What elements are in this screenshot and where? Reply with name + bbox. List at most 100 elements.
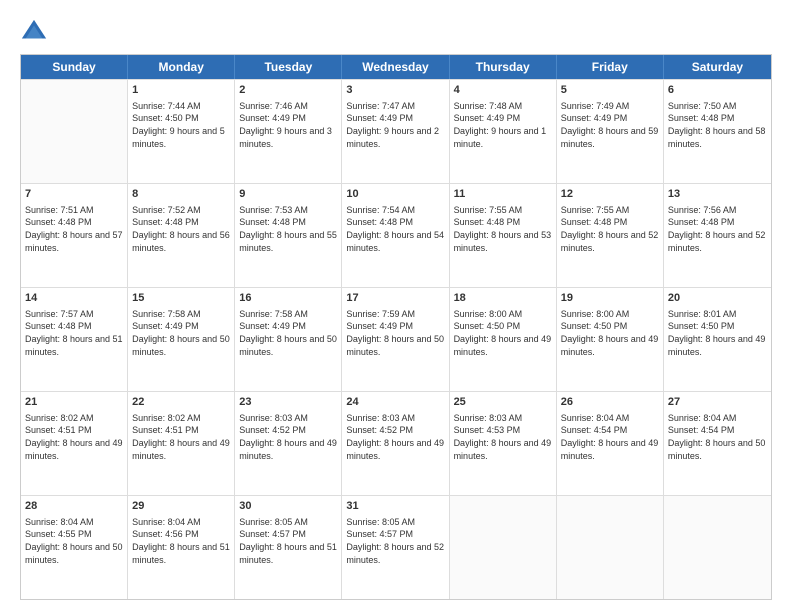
cell-details: Sunrise: 7:44 AMSunset: 4:50 PMDaylight:…: [132, 100, 230, 150]
cell-details: Sunrise: 8:05 AMSunset: 4:57 PMDaylight:…: [239, 516, 337, 566]
header: [20, 18, 772, 46]
cell-details: Sunrise: 8:03 AMSunset: 4:52 PMDaylight:…: [346, 412, 444, 462]
day-number: 9: [239, 187, 337, 202]
cell-details: Sunrise: 8:01 AMSunset: 4:50 PMDaylight:…: [668, 308, 767, 358]
cal-cell-2: 2 Sunrise: 7:46 AMSunset: 4:49 PMDaylight…: [235, 80, 342, 183]
day-header-thursday: Thursday: [450, 55, 557, 79]
cell-details: Sunrise: 8:03 AMSunset: 4:53 PMDaylight:…: [454, 412, 552, 462]
day-number: 22: [132, 395, 230, 410]
day-header-tuesday: Tuesday: [235, 55, 342, 79]
cal-cell-20: 20Sunrise: 8:01 AMSunset: 4:50 PMDayligh…: [664, 288, 771, 391]
day-number: 25: [454, 395, 552, 410]
cal-cell-27: 27 Sunrise: 8:04 AMSunset: 4:54 PMDayligh…: [664, 392, 771, 495]
cell-details: Sunrise: 8:04 AMSunset: 4:56 PMDaylight:…: [132, 516, 230, 566]
day-number: 4: [454, 83, 552, 98]
cell-details: Sunrise: 7:55 AMSunset: 4:48 PMDaylight:…: [561, 204, 659, 254]
day-number: 23: [239, 395, 337, 410]
cal-cell-1: 1 Sunrise: 7:44 AMSunset: 4:50 PMDaylight…: [128, 80, 235, 183]
cal-cell-12: 12Sunrise: 7:55 AMSunset: 4:48 PMDayligh…: [557, 184, 664, 287]
week-row-4: 21 Sunrise: 8:02 AMSunset: 4:51 PMDayligh…: [21, 391, 771, 495]
day-number: 19: [561, 291, 659, 306]
week-row-5: 28 Sunrise: 8:04 AMSunset: 4:55 PMDayligh…: [21, 495, 771, 599]
cal-cell-13: 13Sunrise: 7:56 AMSunset: 4:48 PMDayligh…: [664, 184, 771, 287]
day-number: 8: [132, 187, 230, 202]
cell-details: Sunrise: 7:46 AMSunset: 4:49 PMDaylight:…: [239, 100, 337, 150]
day-number: 21: [25, 395, 123, 410]
week-row-1: 1 Sunrise: 7:44 AMSunset: 4:50 PMDaylight…: [21, 79, 771, 183]
cell-details: Sunrise: 8:04 AMSunset: 4:54 PMDaylight:…: [561, 412, 659, 462]
cal-cell-31: 31 Sunrise: 8:05 AMSunset: 4:57 PMDayligh…: [342, 496, 449, 599]
cal-cell-25: 25 Sunrise: 8:03 AMSunset: 4:53 PMDayligh…: [450, 392, 557, 495]
cell-details: Sunrise: 7:56 AMSunset: 4:48 PMDaylight:…: [668, 204, 767, 254]
cal-cell-28: 28 Sunrise: 8:04 AMSunset: 4:55 PMDayligh…: [21, 496, 128, 599]
cell-details: Sunrise: 7:52 AMSunset: 4:48 PMDaylight:…: [132, 204, 230, 254]
cal-cell-empty-4-5: [557, 496, 664, 599]
cell-details: Sunrise: 8:03 AMSunset: 4:52 PMDaylight:…: [239, 412, 337, 462]
cell-details: Sunrise: 7:54 AMSunset: 4:48 PMDaylight:…: [346, 204, 444, 254]
cal-cell-empty-0-0: [21, 80, 128, 183]
cal-cell-empty-4-4: [450, 496, 557, 599]
cell-details: Sunrise: 7:55 AMSunset: 4:48 PMDaylight:…: [454, 204, 552, 254]
day-number: 10: [346, 187, 444, 202]
logo: [20, 18, 52, 46]
cal-cell-23: 23 Sunrise: 8:03 AMSunset: 4:52 PMDayligh…: [235, 392, 342, 495]
cell-details: Sunrise: 8:04 AMSunset: 4:54 PMDaylight:…: [668, 412, 767, 462]
day-number: 5: [561, 83, 659, 98]
cell-details: Sunrise: 7:48 AMSunset: 4:49 PMDaylight:…: [454, 100, 552, 150]
day-number: 2: [239, 83, 337, 98]
cal-cell-19: 19 Sunrise: 8:00 AMSunset: 4:50 PMDayligh…: [557, 288, 664, 391]
day-header-friday: Friday: [557, 55, 664, 79]
cell-details: Sunrise: 7:59 AMSunset: 4:49 PMDaylight:…: [346, 308, 444, 358]
cal-cell-7: 7Sunrise: 7:51 AMSunset: 4:48 PMDaylight…: [21, 184, 128, 287]
day-number: 31: [346, 499, 444, 514]
cal-cell-4: 4 Sunrise: 7:48 AMSunset: 4:49 PMDaylight…: [450, 80, 557, 183]
cell-details: Sunrise: 8:02 AMSunset: 4:51 PMDaylight:…: [25, 412, 123, 462]
cal-cell-10: 10 Sunrise: 7:54 AMSunset: 4:48 PMDayligh…: [342, 184, 449, 287]
day-header-saturday: Saturday: [664, 55, 771, 79]
day-number: 11: [454, 187, 552, 202]
logo-icon: [20, 18, 48, 46]
cell-details: Sunrise: 7:47 AMSunset: 4:49 PMDaylight:…: [346, 100, 444, 150]
day-number: 1: [132, 83, 230, 98]
cal-cell-21: 21 Sunrise: 8:02 AMSunset: 4:51 PMDayligh…: [21, 392, 128, 495]
cal-cell-22: 22 Sunrise: 8:02 AMSunset: 4:51 PMDayligh…: [128, 392, 235, 495]
day-number: 7: [25, 187, 123, 202]
cal-cell-16: 16 Sunrise: 7:58 AMSunset: 4:49 PMDayligh…: [235, 288, 342, 391]
calendar-body: 1 Sunrise: 7:44 AMSunset: 4:50 PMDaylight…: [21, 79, 771, 599]
day-number: 28: [25, 499, 123, 514]
cell-details: Sunrise: 8:04 AMSunset: 4:55 PMDaylight:…: [25, 516, 123, 566]
cell-details: Sunrise: 7:53 AMSunset: 4:48 PMDaylight:…: [239, 204, 337, 254]
page: SundayMondayTuesdayWednesdayThursdayFrid…: [0, 0, 792, 612]
cell-details: Sunrise: 8:02 AMSunset: 4:51 PMDaylight:…: [132, 412, 230, 462]
calendar-header: SundayMondayTuesdayWednesdayThursdayFrid…: [21, 55, 771, 79]
day-number: 17: [346, 291, 444, 306]
cell-details: Sunrise: 8:00 AMSunset: 4:50 PMDaylight:…: [561, 308, 659, 358]
cell-details: Sunrise: 7:50 AMSunset: 4:48 PMDaylight:…: [668, 100, 767, 150]
day-number: 18: [454, 291, 552, 306]
day-header-monday: Monday: [128, 55, 235, 79]
cal-cell-15: 15Sunrise: 7:58 AMSunset: 4:49 PMDayligh…: [128, 288, 235, 391]
cal-cell-5: 5Sunrise: 7:49 AMSunset: 4:49 PMDaylight…: [557, 80, 664, 183]
cal-cell-18: 18 Sunrise: 8:00 AMSunset: 4:50 PMDayligh…: [450, 288, 557, 391]
cell-details: Sunrise: 7:58 AMSunset: 4:49 PMDaylight:…: [239, 308, 337, 358]
day-number: 15: [132, 291, 230, 306]
cal-cell-8: 8 Sunrise: 7:52 AMSunset: 4:48 PMDaylight…: [128, 184, 235, 287]
day-number: 30: [239, 499, 337, 514]
day-number: 27: [668, 395, 767, 410]
cal-cell-11: 11 Sunrise: 7:55 AMSunset: 4:48 PMDayligh…: [450, 184, 557, 287]
cell-details: Sunrise: 8:05 AMSunset: 4:57 PMDaylight:…: [346, 516, 444, 566]
cal-cell-30: 30 Sunrise: 8:05 AMSunset: 4:57 PMDayligh…: [235, 496, 342, 599]
cal-cell-17: 17 Sunrise: 7:59 AMSunset: 4:49 PMDayligh…: [342, 288, 449, 391]
week-row-3: 14Sunrise: 7:57 AMSunset: 4:48 PMDayligh…: [21, 287, 771, 391]
cal-cell-empty-4-6: [664, 496, 771, 599]
cell-details: Sunrise: 7:57 AMSunset: 4:48 PMDaylight:…: [25, 308, 123, 358]
cal-cell-14: 14Sunrise: 7:57 AMSunset: 4:48 PMDayligh…: [21, 288, 128, 391]
day-number: 6: [668, 83, 767, 98]
calendar: SundayMondayTuesdayWednesdayThursdayFrid…: [20, 54, 772, 600]
cell-details: Sunrise: 8:00 AMSunset: 4:50 PMDaylight:…: [454, 308, 552, 358]
day-number: 16: [239, 291, 337, 306]
cal-cell-24: 24Sunrise: 8:03 AMSunset: 4:52 PMDayligh…: [342, 392, 449, 495]
week-row-2: 7Sunrise: 7:51 AMSunset: 4:48 PMDaylight…: [21, 183, 771, 287]
day-header-wednesday: Wednesday: [342, 55, 449, 79]
cal-cell-3: 3Sunrise: 7:47 AMSunset: 4:49 PMDaylight…: [342, 80, 449, 183]
